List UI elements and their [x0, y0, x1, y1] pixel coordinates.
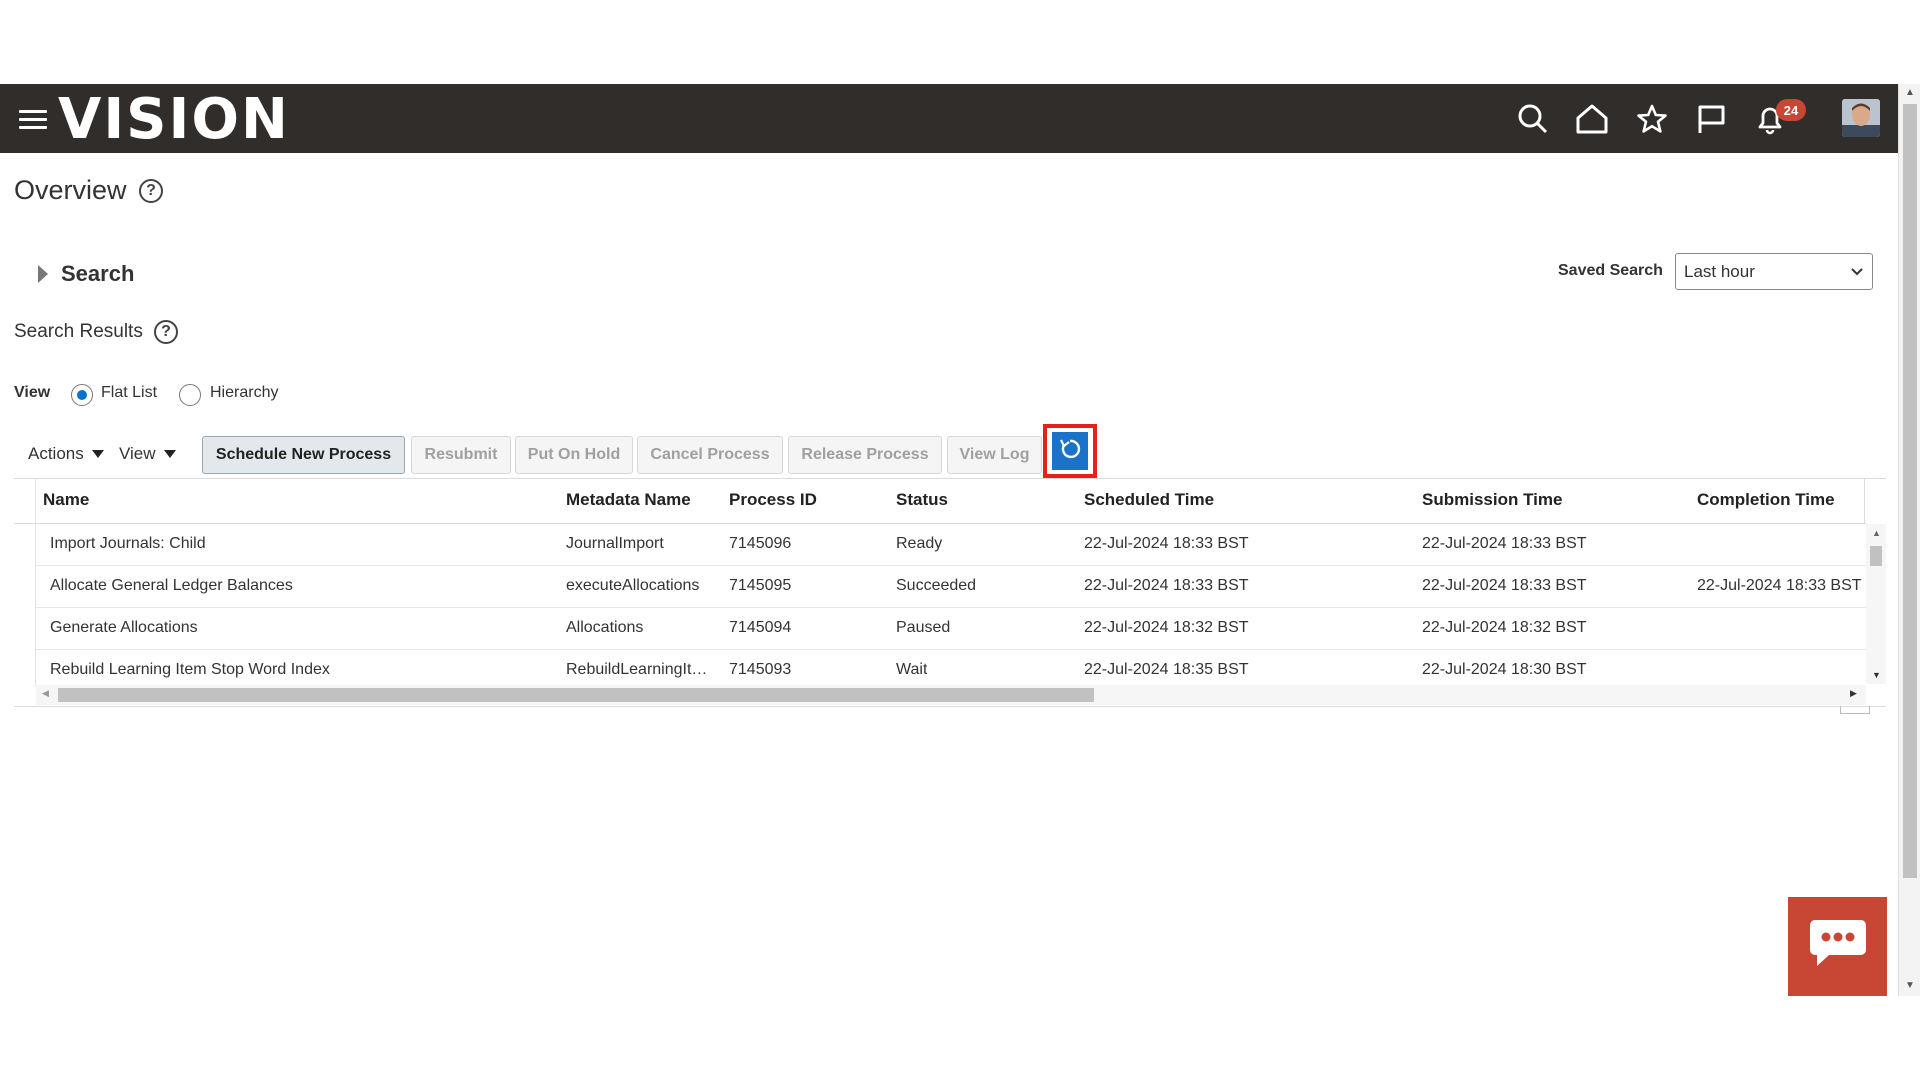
column-header-name[interactable]: Name — [43, 490, 89, 510]
column-divider — [1864, 478, 1865, 524]
scroll-right-arrow-icon[interactable]: ▶ — [1850, 688, 1857, 699]
home-icon[interactable] — [1574, 101, 1610, 137]
column-header-scheduled-time[interactable]: Scheduled Time — [1084, 490, 1214, 510]
dropdown-arrow-icon — [91, 450, 104, 458]
view-label: View — [14, 384, 51, 401]
table-horizontal-scrollbar-thumb[interactable] — [58, 688, 1094, 702]
hierarchy-label: Hierarchy — [210, 384, 279, 401]
table-row[interactable]: Allocate General Ledger Balances execute… — [36, 566, 1866, 608]
notification-count-badge: 24 — [1776, 99, 1806, 121]
view-menu[interactable]: View — [119, 444, 176, 464]
cell-scheduled-time: 22-Jul-2024 18:33 BST — [1084, 535, 1249, 552]
flag-icon[interactable] — [1693, 101, 1729, 137]
column-header-status[interactable]: Status — [896, 490, 948, 510]
page-scrollbar-thumb[interactable] — [1903, 104, 1917, 878]
cell-status: Paused — [896, 619, 951, 636]
hierarchy-radio[interactable] — [179, 384, 201, 406]
page-title: Overview — [14, 175, 127, 205]
cell-submission-time: 22-Jul-2024 18:33 BST — [1422, 577, 1587, 594]
cell-process-id: 7145095 — [729, 577, 792, 594]
help-icon[interactable]: ? — [139, 179, 163, 203]
search-section-label: Search — [61, 261, 135, 286]
dropdown-arrow-icon — [163, 450, 176, 458]
cell-name[interactable]: Rebuild Learning Item Stop Word Index — [50, 661, 560, 679]
cancel-process-button[interactable]: Cancel Process — [637, 436, 783, 474]
view-menu-label: View — [119, 444, 156, 463]
expand-triangle-icon — [38, 265, 48, 283]
chevron-down-icon — [1850, 263, 1864, 283]
table-horizontal-scrollbar[interactable]: ◀ ▶ — [36, 685, 1866, 705]
cell-scheduled-time: 22-Jul-2024 18:32 BST — [1084, 619, 1249, 636]
cell-scheduled-time: 22-Jul-2024 18:33 BST — [1084, 577, 1249, 594]
cell-process-id: 7145096 — [729, 535, 792, 552]
cell-status: Succeeded — [896, 577, 977, 594]
column-header-process-id[interactable]: Process ID — [729, 490, 817, 510]
actions-menu-label: Actions — [28, 444, 84, 463]
menu-icon[interactable] — [19, 110, 47, 130]
actions-menu[interactable]: Actions — [28, 444, 104, 464]
saved-search-value: Last hour — [1684, 262, 1755, 281]
saved-search-select[interactable]: Last hour — [1675, 253, 1873, 290]
schedule-new-process-button[interactable]: Schedule New Process — [202, 436, 405, 474]
release-process-button[interactable]: Release Process — [788, 436, 942, 474]
search-icon[interactable] — [1515, 101, 1551, 137]
chat-bubble-icon — [1807, 916, 1869, 977]
cell-name[interactable]: Generate Allocations — [50, 619, 560, 637]
star-icon[interactable] — [1634, 101, 1670, 137]
scroll-left-arrow-icon[interactable]: ◀ — [42, 688, 49, 699]
table-vertical-scrollbar-thumb[interactable] — [1870, 546, 1882, 566]
cell-process-id: 7145094 — [729, 619, 792, 636]
collapse-table-icon[interactable] — [1840, 706, 1870, 714]
column-header-metadata-name[interactable]: Metadata Name — [566, 490, 691, 510]
table-row[interactable]: Generate Allocations Allocations 7145094… — [36, 608, 1866, 650]
search-results-heading: Search Results — [14, 321, 143, 342]
table-row[interactable]: Import Journals: Child JournalImport 714… — [36, 524, 1866, 566]
page: VISION 24 ▲ ▼ Overview ? Search Saved Se… — [0, 0, 1920, 1080]
cell-status: Wait — [896, 661, 928, 678]
view-log-button[interactable]: View Log — [947, 436, 1042, 474]
cell-metadata-name: Allocations — [566, 619, 644, 636]
cell-submission-time: 22-Jul-2024 18:32 BST — [1422, 619, 1587, 636]
refresh-icon — [1058, 437, 1082, 466]
cell-submission-time: 22-Jul-2024 18:33 BST — [1422, 535, 1587, 552]
saved-search-label: Saved Search — [1558, 262, 1663, 279]
page-scrollbar[interactable]: ▲ ▼ — [1898, 84, 1920, 996]
table-bottom-border — [14, 706, 1886, 707]
cell-completion-time: 22-Jul-2024 18:33 BST — [1697, 577, 1862, 594]
row-selector-gutter — [14, 478, 36, 686]
flat-list-radio[interactable] — [71, 384, 93, 406]
cell-submission-time: 22-Jul-2024 18:30 BST — [1422, 661, 1587, 678]
cell-metadata-name: RebuildLearningIt… — [566, 661, 708, 678]
cell-name[interactable]: Allocate General Ledger Balances — [50, 577, 560, 595]
cell-scheduled-time: 22-Jul-2024 18:35 BST — [1084, 661, 1249, 678]
vision-logo[interactable]: VISION — [58, 88, 290, 152]
user-avatar[interactable] — [1842, 99, 1880, 137]
cell-status: Ready — [896, 535, 943, 552]
chat-button[interactable] — [1788, 897, 1887, 996]
help-icon[interactable]: ? — [154, 320, 178, 344]
resubmit-button[interactable]: Resubmit — [411, 436, 511, 474]
cell-metadata-name: executeAllocations — [566, 577, 700, 594]
cell-metadata-name: JournalImport — [566, 535, 664, 552]
flat-list-label: Flat List — [101, 384, 158, 401]
column-header-completion-time[interactable]: Completion Time — [1697, 490, 1835, 510]
scroll-down-arrow-icon[interactable]: ▼ — [1872, 670, 1881, 680]
table-top-border — [14, 478, 1886, 479]
put-on-hold-button[interactable]: Put On Hold — [515, 436, 633, 474]
table-vertical-scrollbar[interactable]: ▲ ▼ — [1866, 524, 1886, 684]
scroll-up-arrow-icon[interactable]: ▲ — [1872, 528, 1881, 538]
cell-name[interactable]: Import Journals: Child — [50, 535, 560, 553]
column-header-submission-time[interactable]: Submission Time — [1422, 490, 1562, 510]
refresh-button[interactable] — [1052, 432, 1088, 470]
search-disclosure[interactable]: Search — [38, 261, 134, 287]
cell-process-id: 7145093 — [729, 661, 792, 678]
